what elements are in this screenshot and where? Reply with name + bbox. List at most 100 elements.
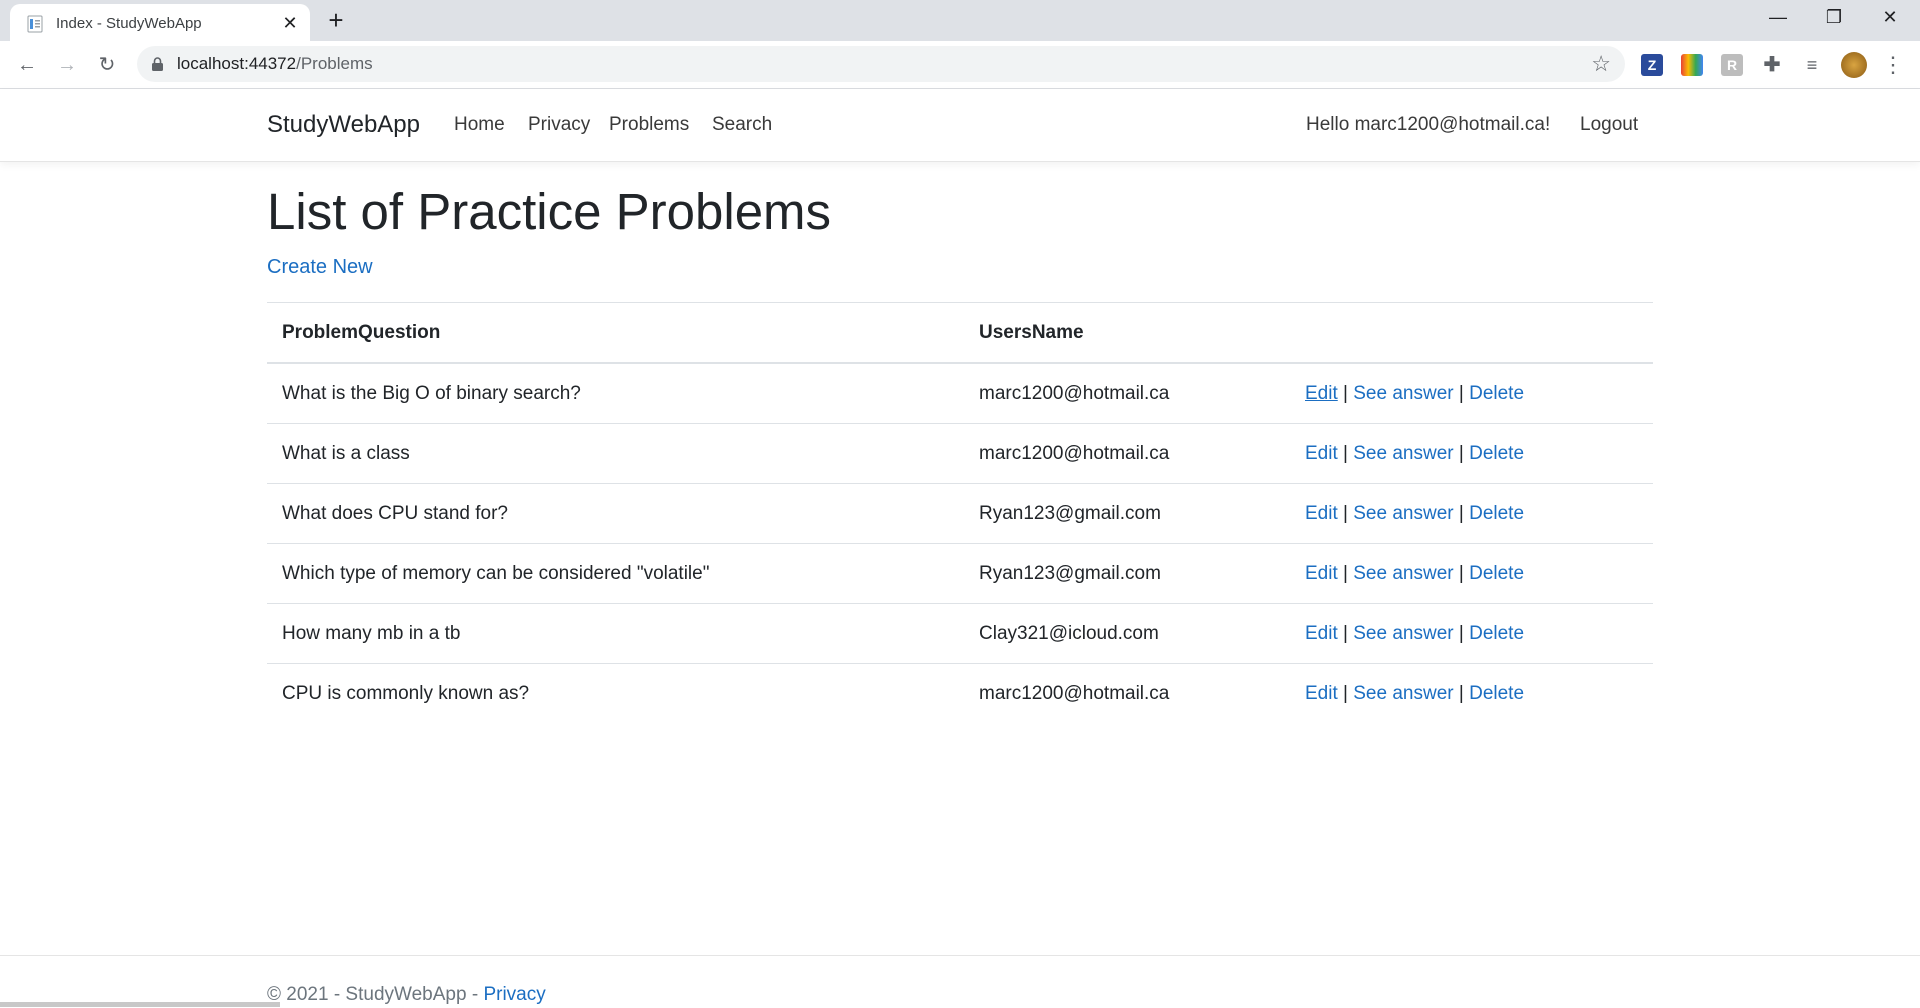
users-name: marc1200@hotmail.ca (964, 363, 1290, 424)
user-greeting[interactable]: Hello marc1200@hotmail.ca! (1306, 114, 1550, 136)
column-header-username: UsersName (964, 302, 1290, 364)
new-tab-icon[interactable]: + (322, 7, 350, 35)
edit-link[interactable]: Edit (1305, 623, 1338, 644)
nav-link-search[interactable]: Search (712, 114, 772, 136)
see-answer-link[interactable]: See answer (1353, 623, 1453, 644)
users-name: Ryan123@gmail.com (964, 543, 1290, 604)
row-actions: Edit | See answer | Delete (1290, 363, 1653, 424)
problem-question: CPU is commonly known as? (282, 682, 530, 704)
edit-link[interactable]: Edit (1305, 683, 1338, 704)
puzzle-icon[interactable]: ✚ (1761, 54, 1783, 76)
action-separator: | (1343, 442, 1348, 464)
table-row: What does CPU stand for? Ryan123@gmail.c… (267, 483, 1653, 544)
action-separator: | (1458, 382, 1464, 404)
action-separator: | (1343, 502, 1348, 524)
site-brand[interactable]: StudyWebApp (267, 111, 420, 139)
row-actions: Edit | See answer | Delete (1290, 543, 1653, 604)
tab-title: Index - StudyWebApp (56, 15, 202, 32)
row-actions: Edit | See answer | Delete (1290, 483, 1653, 544)
browser-toolbar: ← → ↻ localhost:44372/Problems ☆ Z R ✚ ≡… (0, 41, 1920, 89)
footer-privacy-link[interactable]: Privacy (483, 984, 545, 1005)
action-separator: | (1458, 442, 1464, 464)
see-answer-link[interactable]: See answer (1353, 443, 1453, 464)
browser-tab[interactable]: Index - StudyWebApp ✕ (10, 4, 310, 41)
users-name: Clay321@icloud.com (964, 603, 1290, 664)
problem-question: What does CPU stand for? (267, 483, 964, 544)
address-bar[interactable]: localhost:44372/Problems ☆ (137, 46, 1625, 82)
row-actions: Edit | See answer | Delete (1290, 603, 1653, 664)
see-answer-link[interactable]: See answer (1353, 503, 1453, 524)
page-title: List of Practice Problems (267, 183, 832, 240)
delete-link[interactable]: Delete (1469, 623, 1524, 644)
users-name: Ryan123@gmail.com (964, 483, 1290, 544)
footer-copyright: © 2021 - StudyWebApp - (267, 984, 484, 1005)
site-footer: © 2021 - StudyWebApp - Privacy (0, 955, 1920, 1008)
table-row: What is a class marc1200@hotmail.ca Edit… (267, 423, 1653, 484)
column-header-question: ProblemQuestion (267, 302, 964, 364)
close-tab-icon[interactable]: ✕ (278, 11, 302, 35)
delete-link[interactable]: Delete (1469, 443, 1524, 464)
table-header-row: ProblemQuestion UsersName (267, 302, 1653, 364)
see-answer-link[interactable]: See answer (1353, 383, 1453, 404)
action-separator: | (1343, 562, 1348, 584)
users-name: marc1200@hotmail.ca (964, 423, 1290, 484)
back-icon[interactable]: ← (12, 50, 42, 80)
reading-list-icon[interactable]: ≡ (1801, 54, 1823, 76)
table-row: How many mb in a tb Clay321@icloud.com E… (267, 603, 1653, 664)
action-separator: | (1458, 562, 1464, 584)
create-new-link[interactable]: Create New (267, 256, 373, 279)
table-row: Which type of memory can be considered "… (267, 543, 1653, 604)
problem-question: What is a class (267, 423, 964, 484)
users-name: marc1200@hotmail.ca (979, 682, 1170, 704)
url-text: localhost:44372/Problems (177, 54, 373, 74)
table-row: CPU is commonly known as? marc1200@hotma… (267, 664, 1653, 724)
action-separator: | (1343, 682, 1348, 704)
readability-extension-icon[interactable]: R (1721, 54, 1743, 76)
minimize-icon[interactable]: — (1750, 0, 1806, 36)
restore-icon[interactable]: ❐ (1806, 0, 1862, 36)
problems-table: ProblemQuestion UsersName What is the Bi… (267, 302, 1653, 723)
close-window-icon[interactable]: ✕ (1862, 0, 1918, 36)
site-navbar: StudyWebApp Home Privacy Problems Search… (0, 89, 1920, 162)
horizontal-scrollbar[interactable] (0, 1002, 280, 1007)
action-separator: | (1343, 382, 1348, 404)
nav-link-home[interactable]: Home (454, 114, 505, 136)
logout-button[interactable]: Logout (1580, 114, 1638, 136)
action-separator: | (1458, 622, 1464, 644)
see-answer-link[interactable]: See answer (1353, 683, 1453, 704)
reload-icon[interactable]: ↻ (92, 50, 122, 80)
zotero-icon[interactable]: Z (1641, 54, 1663, 76)
action-separator: | (1343, 622, 1348, 644)
table-row: What is the Big O of binary search? marc… (267, 363, 1653, 424)
row-actions: Edit | See answer | Delete (1290, 423, 1653, 484)
browser-menu-icon[interactable]: ⋮ (1878, 50, 1908, 80)
column-header-actions (1290, 302, 1653, 364)
edit-link[interactable]: Edit (1305, 383, 1338, 404)
action-separator: | (1458, 682, 1464, 704)
lock-icon (152, 57, 163, 71)
problem-question: Which type of memory can be considered "… (267, 543, 964, 604)
forward-icon[interactable]: → (52, 50, 82, 80)
row-actions: Edit | See answer | Delete (1290, 664, 1653, 724)
problem-question: How many mb in a tb (267, 603, 964, 664)
page-icon (27, 15, 43, 33)
color-extension-icon[interactable] (1681, 54, 1703, 76)
nav-link-privacy[interactable]: Privacy (528, 114, 590, 136)
edit-link[interactable]: Edit (1305, 443, 1338, 464)
bookmark-star-icon[interactable]: ☆ (1591, 51, 1611, 77)
delete-link[interactable]: Delete (1469, 683, 1524, 704)
url-path: /Problems (296, 54, 373, 73)
browser-tabstrip: Index - StudyWebApp ✕ + — ❐ ✕ (0, 0, 1920, 41)
edit-link[interactable]: Edit (1305, 563, 1338, 584)
edit-link[interactable]: Edit (1305, 503, 1338, 524)
delete-link[interactable]: Delete (1469, 503, 1524, 524)
problem-question: What is the Big O of binary search? (267, 363, 964, 424)
profile-avatar[interactable] (1841, 52, 1867, 78)
see-answer-link[interactable]: See answer (1353, 563, 1453, 584)
action-separator: | (1458, 502, 1464, 524)
nav-link-problems[interactable]: Problems (609, 114, 689, 136)
url-host: localhost:44372 (177, 54, 297, 73)
footer-text: © 2021 - StudyWebApp - Privacy (267, 984, 546, 1006)
delete-link[interactable]: Delete (1469, 563, 1524, 584)
delete-link[interactable]: Delete (1469, 383, 1524, 404)
